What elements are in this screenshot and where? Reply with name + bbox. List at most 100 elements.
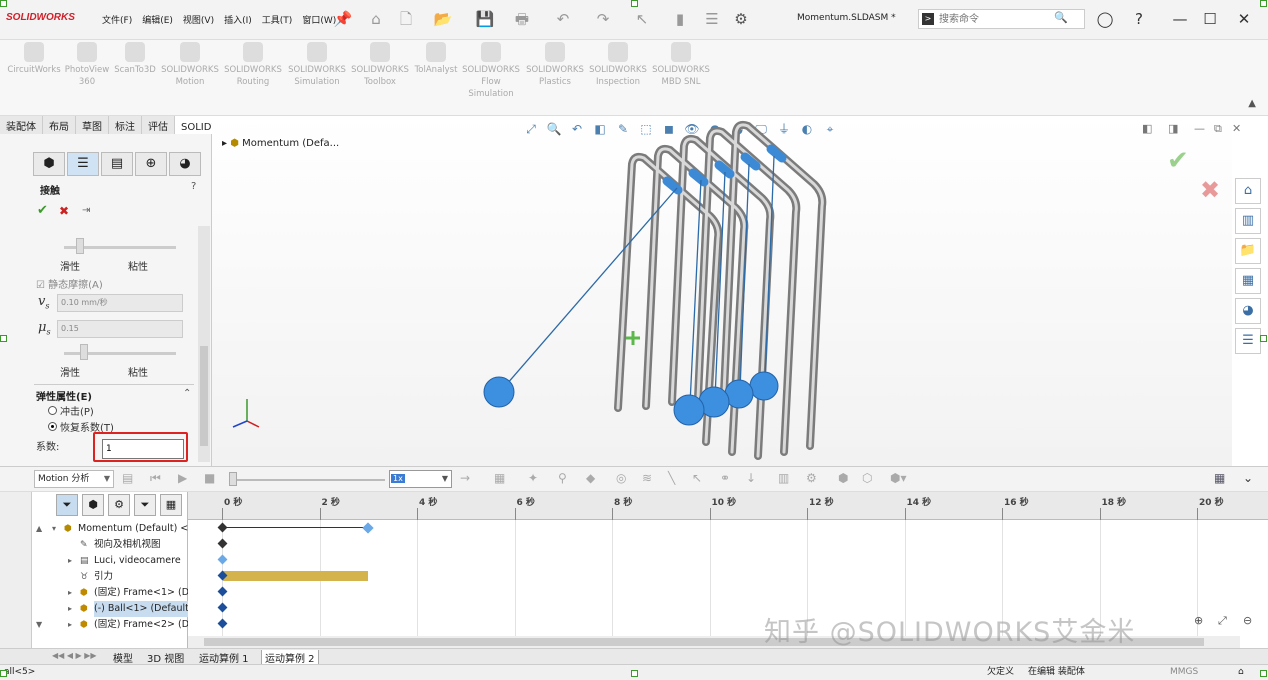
scrollbar-thumb[interactable]: [200, 346, 208, 446]
filter-selected-icon[interactable]: ⏷: [134, 494, 156, 516]
ribbon-scanto3d[interactable]: ScanTo3D: [106, 42, 164, 76]
tree-row-lights[interactable]: ▸ ▤ Luci, videocamere: [32, 553, 188, 569]
gravity-icon[interactable]: ↓: [746, 471, 756, 485]
collapse-ribbon-icon[interactable]: ▲: [1248, 98, 1256, 109]
save-icon[interactable]: 💾: [475, 9, 495, 29]
mus-field[interactable]: 0.15: [57, 320, 183, 338]
filter-driving-icon[interactable]: ⚙: [108, 494, 130, 516]
resize-handle[interactable]: [0, 670, 7, 677]
study-type-select[interactable]: Motion 分析 ▼: [34, 470, 114, 488]
display-manager-tab-icon[interactable]: ◕: [169, 152, 201, 176]
restitution-radio[interactable]: [48, 422, 57, 431]
graphics-area[interactable]: ▸ ⬢ Momentum (Defa... ⤢ 🔍 ↶ ◧ ✎ ⬚ ◼ 👁 ● …: [212, 116, 1241, 466]
view-palette-icon[interactable]: ▦: [1235, 268, 1261, 294]
gravity-bar[interactable]: [223, 571, 368, 581]
resize-handle[interactable]: [0, 335, 7, 342]
filter-results-icon[interactable]: ▦: [160, 494, 182, 516]
simulation-setup-icon[interactable]: ⬢: [838, 471, 848, 485]
viewport-close-icon[interactable]: ✕: [1232, 122, 1241, 135]
app-logo[interactable]: SOLIDWORKS: [6, 12, 75, 23]
help-icon[interactable]: ?: [1128, 8, 1150, 30]
property-manager-tab-icon[interactable]: ☰: [67, 152, 99, 176]
ribbon-motion[interactable]: SOLIDWORKS Motion: [161, 42, 219, 88]
feature-manager-tab-icon[interactable]: ⬢: [33, 152, 65, 176]
spring-icon[interactable]: ≋: [642, 471, 652, 485]
tab-navigation-arrows[interactable]: ◀◀ ◀ ▶ ▶▶: [52, 651, 97, 660]
search-input[interactable]: [939, 12, 1059, 26]
property-manager-scrollbar[interactable]: [198, 226, 210, 462]
search-icon[interactable]: 🔍: [1054, 11, 1068, 24]
ribbon-toolbox[interactable]: SOLIDWORKS Toolbox: [351, 42, 409, 88]
status-rebuild-icon[interactable]: ⌂: [1238, 665, 1244, 680]
file-properties-icon[interactable]: ☰: [702, 9, 722, 29]
ribbon-simulation[interactable]: SOLIDWORKS Simulation: [288, 42, 346, 88]
motion-export-icon[interactable]: ⬡: [862, 471, 872, 485]
motion-manager-icon[interactable]: ▦: [1214, 471, 1225, 485]
save-animation-icon[interactable]: ▦: [494, 471, 505, 485]
resize-handle[interactable]: [631, 670, 638, 677]
file-explorer-icon[interactable]: 📁: [1235, 238, 1261, 264]
autokey-icon[interactable]: ⚲: [558, 471, 567, 485]
menu-view[interactable]: 视图(V): [181, 13, 216, 26]
design-library-icon[interactable]: ▥: [1235, 208, 1261, 234]
calculate-icon[interactable]: ▤: [122, 471, 133, 485]
play-from-start-icon[interactable]: ⏮: [150, 471, 161, 486]
tab-layout[interactable]: 布局: [43, 116, 76, 134]
tree-row-camera[interactable]: ✎ 视向及相机视图: [32, 537, 188, 553]
playback-slider-thumb[interactable]: [229, 472, 237, 486]
playback-speed-select[interactable]: 1x ▼: [389, 470, 452, 488]
play-icon[interactable]: ▶: [178, 471, 187, 485]
zoom-out-icon[interactable]: ⊖: [1243, 614, 1252, 627]
tab-3d-views[interactable]: 3D 视图: [144, 650, 187, 665]
user-icon[interactable]: ◯: [1094, 8, 1116, 30]
more-options-icon[interactable]: ⬢▾: [890, 471, 907, 485]
menu-edit[interactable]: 编辑(E): [140, 13, 175, 26]
maximize-icon[interactable]: ☐: [1199, 8, 1221, 30]
pushpin-icon[interactable]: ⇥: [82, 205, 90, 216]
elastic-properties-header[interactable]: 弹性属性(E): [36, 388, 92, 403]
results-plots-icon[interactable]: ▥: [778, 471, 789, 485]
friction-slider-2-thumb[interactable]: [80, 344, 88, 360]
ribbon-mbd-snl[interactable]: SOLIDWORKS MBD SNL: [652, 42, 710, 88]
collapse-motion-icon[interactable]: ⌄: [1243, 471, 1253, 485]
open-folder-icon[interactable]: 📂: [433, 9, 453, 29]
static-friction-checkbox[interactable]: ☑ 静态摩擦(A): [36, 276, 103, 291]
undo-icon[interactable]: ↶: [553, 9, 573, 29]
options-gear-icon[interactable]: ⚙: [731, 9, 751, 29]
origin-move-icon[interactable]: [626, 331, 640, 345]
tab-motion-study-1[interactable]: 运动算例 1: [196, 650, 252, 665]
print-icon[interactable]: 🖶: [512, 9, 532, 29]
resize-handle[interactable]: [1260, 335, 1267, 342]
ribbon-inspection[interactable]: SOLIDWORKS Inspection: [589, 42, 647, 88]
solidworks-resources-icon[interactable]: ⌂: [1235, 178, 1261, 204]
pin-icon[interactable]: 📌: [333, 9, 353, 29]
redo-icon[interactable]: ↷: [593, 9, 613, 29]
rebuild-icon[interactable]: ▮: [670, 9, 690, 29]
tab-assembly[interactable]: 装配体: [0, 116, 43, 134]
tab-sketch[interactable]: 草图: [76, 116, 109, 134]
playback-mode-icon[interactable]: →: [460, 471, 470, 485]
close-icon[interactable]: ✕: [1233, 8, 1255, 30]
tree-row-root[interactable]: ▲ ▾ ⬢ Momentum (Default) <D: [32, 521, 188, 537]
help-button[interactable]: ?: [191, 181, 196, 192]
home-icon[interactable]: ⌂: [366, 9, 386, 29]
zoom-in-icon[interactable]: ⊕: [1194, 614, 1203, 627]
timeline-ruler[interactable]: 0 秒 2 秒 4 秒 6 秒 8 秒 10 秒 12 秒 14 秒 16 秒 18 秒 20 秒: [188, 492, 1268, 520]
tab-markup[interactable]: 标注: [109, 116, 142, 134]
add-key-icon[interactable]: ◆: [586, 471, 595, 485]
tree-row-frame-1[interactable]: ▸ ⬢ (固定) Frame<1> (D: [32, 585, 188, 601]
menu-insert[interactable]: 插入(I): [222, 13, 254, 26]
force-icon[interactable]: ↖: [692, 471, 702, 485]
ribbon-tolanalyst[interactable]: TolAnalyst: [407, 42, 465, 76]
configuration-manager-tab-icon[interactable]: ▤: [101, 152, 133, 176]
new-document-icon[interactable]: 🗋: [396, 9, 416, 29]
tree-row-ball-1[interactable]: ▸ ⬢ (-) Ball<1> (Default: [32, 601, 188, 617]
ribbon-routing[interactable]: SOLIDWORKS Routing: [224, 42, 282, 88]
tree-row-frame-2[interactable]: ▼ ▸ ⬢ (固定) Frame<2> (D: [32, 617, 188, 633]
ribbon-circuitworks[interactable]: CircuitWorks: [5, 42, 63, 76]
minimize-icon[interactable]: —: [1169, 8, 1191, 30]
study-properties-icon[interactable]: ⚙: [806, 471, 817, 485]
dimxpert-tab-icon[interactable]: ⊕: [135, 152, 167, 176]
resize-handle[interactable]: [1260, 670, 1267, 677]
status-units[interactable]: MMGS: [1170, 665, 1198, 680]
